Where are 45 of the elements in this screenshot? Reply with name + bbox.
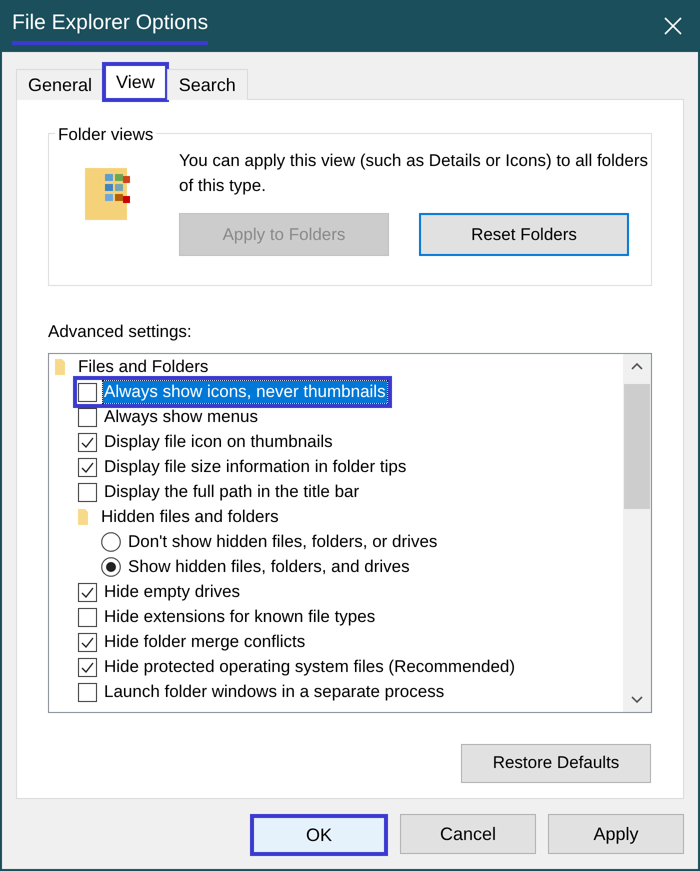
option-label[interactable]: Show hidden files, folders, and drives <box>127 556 411 578</box>
option-label[interactable]: Always show menus <box>103 406 260 428</box>
checkbox[interactable] <box>78 482 97 502</box>
folder-button[interactable]: Reset Folders <box>419 213 629 256</box>
window-title: File Explorer Options <box>12 7 208 45</box>
scrollbar[interactable] <box>623 354 651 712</box>
folder-icon <box>85 168 131 220</box>
checkbox[interactable] <box>78 382 97 402</box>
option-label[interactable]: Always show icons, never thumbnails <box>103 381 387 403</box>
option-label[interactable]: Launch folder windows in a separate process <box>103 681 446 703</box>
folder-icon <box>78 509 88 525</box>
close-icon[interactable] <box>664 17 682 35</box>
dialog-button[interactable]: OK <box>250 814 388 856</box>
checkbox[interactable] <box>78 408 97 426</box>
option-label[interactable]: Display file size information in folder tips <box>103 456 408 478</box>
dialog-button[interactable]: Apply <box>548 814 684 854</box>
tab[interactable]: General <box>16 69 104 100</box>
option-label[interactable]: Hide empty drives <box>103 581 242 603</box>
option-label[interactable]: Display the full path in the title bar <box>103 481 360 503</box>
checkbox[interactable] <box>78 432 97 452</box>
folder-icon <box>55 359 65 375</box>
tree-group-label[interactable]: Hidden files and folders <box>100 506 280 528</box>
tab[interactable]: View <box>104 64 167 100</box>
checkbox[interactable] <box>78 458 97 476</box>
dialog-button[interactable]: Cancel <box>400 814 536 854</box>
option-label[interactable]: Display file icon on thumbnails <box>103 431 334 453</box>
checkbox[interactable] <box>78 582 97 602</box>
description-text: You can apply this view (such as Details or Icons) to all folders of this type. <box>179 150 649 197</box>
scroll-down-icon[interactable] <box>631 696 643 704</box>
option-label[interactable]: Hide folder merge conflicts <box>103 631 306 653</box>
scroll-up-icon[interactable] <box>631 362 643 370</box>
radio-button[interactable] <box>101 557 121 577</box>
option-label[interactable]: Don't show hidden files, folders, or drives <box>127 531 438 553</box>
option-label[interactable]: Hide extensions for known file types <box>103 606 376 628</box>
checkbox[interactable] <box>78 658 97 676</box>
checkbox[interactable] <box>78 682 97 702</box>
restore-defaults-button[interactable]: Restore Defaults <box>461 744 651 782</box>
checkbox[interactable] <box>78 632 97 652</box>
tree-group-label[interactable]: Files and Folders <box>77 356 210 378</box>
scroll-thumb[interactable] <box>624 384 650 508</box>
tab[interactable]: Search <box>166 69 248 100</box>
checkbox[interactable] <box>78 608 97 626</box>
radio-button[interactable] <box>101 532 121 552</box>
section-label: Advanced settings: <box>48 321 193 343</box>
option-label[interactable]: Hide protected operating system files (Recommended) <box>103 656 516 678</box>
